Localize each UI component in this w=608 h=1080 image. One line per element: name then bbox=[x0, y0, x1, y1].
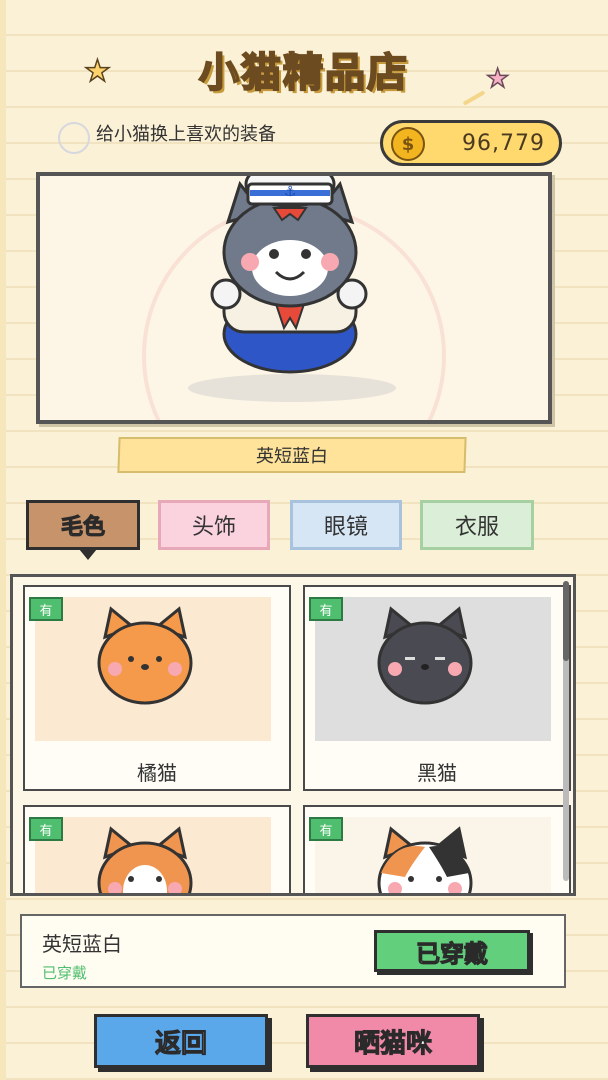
scroll-thumb[interactable] bbox=[563, 581, 569, 661]
tab-clothes[interactable]: 衣服 bbox=[420, 500, 534, 550]
subtitle: 给小猫换上喜欢的装备 bbox=[96, 124, 276, 145]
notebook-margin bbox=[0, 0, 6, 1080]
item-name: 橘猫 bbox=[137, 761, 177, 785]
page-title: 小猫精品店 bbox=[198, 49, 409, 97]
item-card-calico[interactable]: 有 bbox=[303, 805, 571, 893]
sailor-cat-illustration: ⚓ bbox=[142, 176, 446, 420]
coin-value: 96,779 bbox=[462, 131, 545, 156]
coin-counter: $ 96,779 bbox=[380, 120, 562, 166]
tab-headwear[interactable]: 头饰 bbox=[158, 500, 270, 550]
equipped-button[interactable]: 已穿戴 bbox=[374, 930, 530, 972]
selected-item-name: 英短蓝白 bbox=[42, 932, 122, 956]
equip-status: 已穿戴 bbox=[42, 964, 88, 982]
circle-decoration bbox=[58, 122, 90, 154]
owned-badge: 有 bbox=[29, 597, 63, 621]
calico-cat-image bbox=[315, 817, 551, 893]
orange-cat-image bbox=[35, 597, 271, 741]
svg-text:⚓: ⚓ bbox=[284, 184, 297, 200]
back-button[interactable]: 返回 bbox=[94, 1014, 268, 1068]
cat-preview: ⚓ bbox=[36, 172, 552, 424]
item-card-black-cat[interactable]: 有 黑猫 bbox=[303, 585, 571, 791]
share-cat-button[interactable]: 晒猫咪 bbox=[306, 1014, 480, 1068]
star-icon: ★ bbox=[485, 63, 510, 95]
item-name: 黑猫 bbox=[417, 761, 457, 785]
grid-scrollbar[interactable] bbox=[563, 581, 569, 881]
item-card-orange-cat[interactable]: 有 橘猫 bbox=[23, 585, 291, 791]
tab-fur-color[interactable]: 毛色 bbox=[26, 500, 140, 560]
selected-item-info: 英短蓝白 已穿戴 已穿戴 bbox=[20, 914, 566, 988]
black-cat-image bbox=[315, 597, 551, 741]
selected-name-banner: 英短蓝白 bbox=[117, 437, 467, 473]
owned-badge: 有 bbox=[309, 597, 343, 621]
coin-icon: $ bbox=[391, 127, 425, 161]
orange-white-cat-image bbox=[35, 817, 271, 893]
owned-badge: 有 bbox=[309, 817, 343, 841]
item-card-calico-orange[interactable]: 有 bbox=[23, 805, 291, 893]
owned-badge: 有 bbox=[29, 817, 63, 841]
item-grid[interactable]: 有 橘猫 有 黑猫 有 有 bbox=[10, 574, 576, 896]
tab-glasses[interactable]: 眼镜 bbox=[290, 500, 402, 550]
